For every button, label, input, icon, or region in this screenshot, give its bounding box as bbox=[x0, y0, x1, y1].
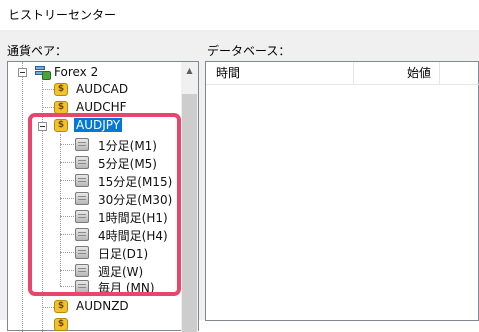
symbol-label: AUDCAD bbox=[76, 82, 129, 96]
collapse-icon[interactable] bbox=[18, 68, 27, 77]
database-label: データベース： bbox=[207, 44, 291, 58]
tree-node-symbol[interactable]: $ AUDCAD bbox=[8, 81, 182, 99]
tree-node-symbol-partial[interactable]: $ bbox=[8, 316, 182, 332]
highlight-annotation bbox=[28, 113, 181, 296]
column-header-time[interactable]: 時間 bbox=[206, 62, 354, 85]
database-table[interactable]: 時間 始値 bbox=[205, 61, 479, 321]
tree-scrollbar[interactable]: ▲ bbox=[181, 62, 198, 332]
title-bar: ヒストリーセンター bbox=[0, 0, 479, 30]
server-icon bbox=[33, 64, 51, 80]
tree-node-server[interactable]: Forex 2 bbox=[8, 64, 182, 82]
symbol-label: AUDNZD bbox=[76, 299, 129, 313]
currency-icon: $ bbox=[54, 300, 68, 313]
scroll-up-arrow-icon[interactable]: ▲ bbox=[181, 62, 198, 79]
symbols-label: 通貨ペア： bbox=[7, 44, 68, 58]
column-header-empty[interactable] bbox=[440, 62, 479, 85]
server-label: Forex 2 bbox=[54, 65, 99, 79]
tree-node-symbol[interactable]: $ AUDNZD bbox=[8, 298, 182, 316]
symbol-label: AUDCHF bbox=[76, 100, 127, 114]
currency-icon: $ bbox=[54, 83, 68, 96]
column-header-open[interactable]: 始値 bbox=[354, 62, 440, 85]
window-title: ヒストリーセンター bbox=[8, 8, 117, 22]
scroll-thumb[interactable] bbox=[182, 94, 197, 332]
